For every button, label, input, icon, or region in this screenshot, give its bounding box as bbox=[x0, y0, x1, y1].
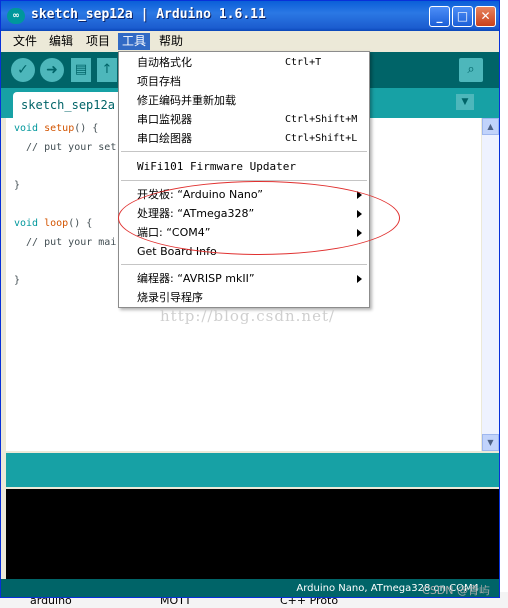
menu-item-wifi-updater[interactable]: WiFi101 Firmware Updater bbox=[119, 157, 369, 176]
menu-item-auto-format[interactable]: 自动格式化 Ctrl+T bbox=[119, 53, 369, 72]
code-line: void loop() { bbox=[14, 218, 93, 229]
code-line: void setup() { bbox=[14, 123, 99, 134]
menu-edit[interactable]: 编辑 bbox=[45, 33, 77, 50]
code-line: } bbox=[14, 180, 21, 191]
scroll-up-icon[interactable]: ▲ bbox=[482, 118, 499, 135]
menu-item-archive-sketch[interactable]: 项目存档 bbox=[119, 72, 369, 91]
submenu-arrow-icon bbox=[357, 275, 362, 283]
menu-separator bbox=[121, 151, 367, 152]
title-bar[interactable]: ∞ sketch_sep12a | Arduino 1.6.11 _ □ ✕ bbox=[1, 1, 499, 31]
menu-item-burn-bootloader[interactable]: 烧录引导程序 bbox=[119, 288, 369, 307]
console-output[interactable] bbox=[6, 489, 499, 579]
menu-item-programmer[interactable]: 编程器: “AVRISP mkII” bbox=[119, 269, 369, 288]
code-line: // put your set bbox=[14, 142, 117, 153]
verify-button[interactable]: ✓ bbox=[11, 58, 35, 82]
csdn-watermark: CSDN @青屿 bbox=[422, 584, 490, 597]
blog-url-watermark: http://blog.csdn.net/ bbox=[160, 307, 336, 325]
scroll-down-icon[interactable]: ▼ bbox=[482, 434, 499, 451]
menu-help[interactable]: 帮助 bbox=[155, 33, 187, 50]
tab-sketch[interactable]: sketch_sep12a bbox=[13, 92, 123, 118]
code-line: } bbox=[14, 275, 21, 286]
close-button[interactable]: ✕ bbox=[475, 6, 496, 27]
maximize-button[interactable]: □ bbox=[452, 6, 473, 27]
annotation-ellipse bbox=[118, 181, 400, 255]
open-file-icon[interactable]: ↑ bbox=[97, 58, 117, 82]
status-bar bbox=[6, 453, 499, 487]
window-title: sketch_sep12a | Arduino 1.6.11 bbox=[31, 7, 266, 22]
menu-separator bbox=[121, 264, 367, 265]
menu-sketch[interactable]: 项目 bbox=[82, 33, 114, 50]
code-line: // put your mai bbox=[14, 237, 117, 248]
menu-item-serial-monitor[interactable]: 串口监视器 Ctrl+Shift+M bbox=[119, 110, 369, 129]
tab-menu-chevron-down-icon[interactable]: ▼ bbox=[456, 94, 474, 110]
editor-scrollbar[interactable]: ▲ ▼ bbox=[482, 118, 499, 451]
upload-button[interactable]: ➜ bbox=[40, 58, 64, 82]
menu-tools[interactable]: 工具 bbox=[118, 33, 151, 50]
new-file-icon[interactable]: ▤ bbox=[71, 58, 91, 82]
minimize-button[interactable]: _ bbox=[429, 6, 450, 27]
arduino-logo-icon: ∞ bbox=[7, 8, 25, 24]
tools-dropdown-menu: 自动格式化 Ctrl+T 项目存档 修正编码并重新加载 串口监视器 Ctrl+Shi… bbox=[118, 51, 370, 308]
menu-item-serial-plotter[interactable]: 串口绘图器 Ctrl+Shift+L bbox=[119, 129, 369, 148]
background-strip bbox=[500, 0, 508, 608]
menu-bar: 文件 编辑 项目 工具 帮助 bbox=[1, 31, 499, 52]
menu-item-fix-encoding[interactable]: 修正编码并重新加载 bbox=[119, 91, 369, 110]
menu-file[interactable]: 文件 bbox=[9, 33, 41, 50]
serial-monitor-icon[interactable]: ⌕ bbox=[459, 58, 483, 82]
